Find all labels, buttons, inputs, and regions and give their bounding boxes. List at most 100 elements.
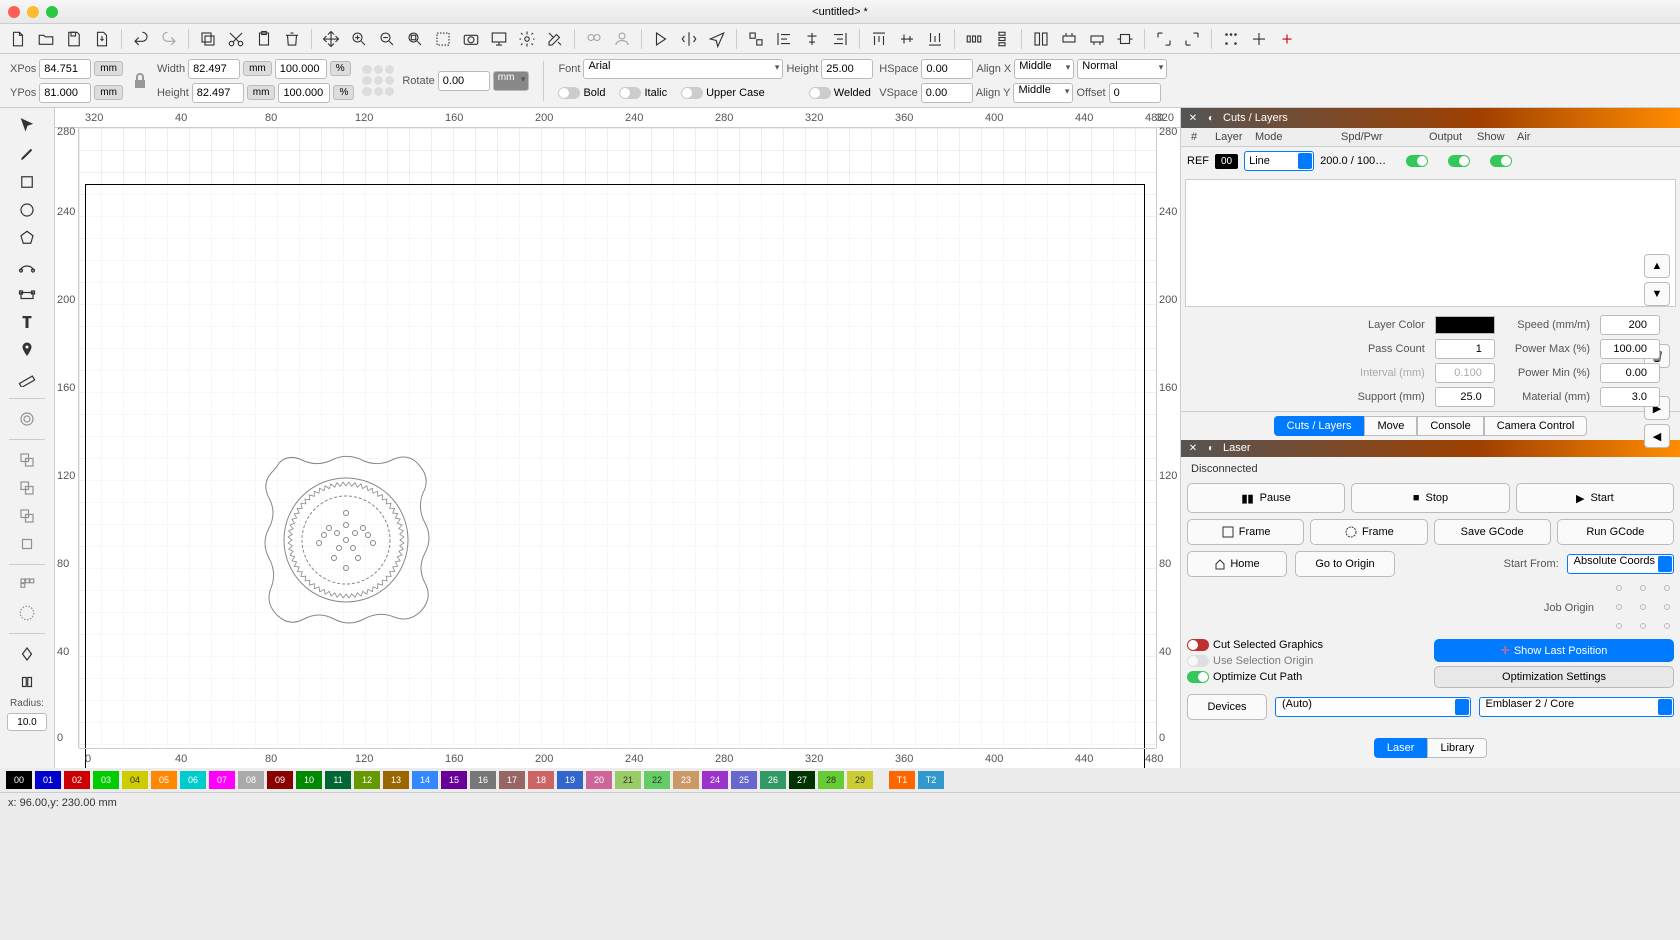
alignx-select[interactable]: Middle <box>1014 59 1074 79</box>
palette-25[interactable]: 25 <box>731 771 757 789</box>
align-center-h-icon[interactable] <box>800 27 824 51</box>
show-last-position-button[interactable]: ✛Show Last Position <box>1434 639 1674 662</box>
palette-09[interactable]: 09 <box>267 771 293 789</box>
marker-tool-icon[interactable] <box>14 338 40 362</box>
palette-05[interactable]: 05 <box>151 771 177 789</box>
panel-undock-icon[interactable]: ◐ <box>1205 112 1217 124</box>
device-select[interactable]: Emblaser 2 / Core <box>1479 697 1675 717</box>
palette-14[interactable]: 14 <box>412 771 438 789</box>
dot-grid-icon[interactable] <box>1219 27 1243 51</box>
palette-15[interactable]: 15 <box>441 771 467 789</box>
stop-button[interactable]: ■Stop <box>1351 483 1509 513</box>
cut-icon[interactable] <box>224 27 248 51</box>
monitor-icon[interactable] <box>487 27 511 51</box>
layer-down-icon[interactable]: ▼ <box>1644 282 1670 306</box>
close-window-icon[interactable] <box>8 6 20 18</box>
interval-input[interactable] <box>1435 363 1495 383</box>
arrange-4-icon[interactable] <box>1113 27 1137 51</box>
canvas-area[interactable]: 3204080120160200240280320360400440480320… <box>55 108 1180 768</box>
mm-unit-selected[interactable]: mm <box>493 71 530 91</box>
copy-icon[interactable] <box>196 27 220 51</box>
palette-20[interactable]: 20 <box>586 771 612 789</box>
height-pct-input[interactable] <box>278 83 330 103</box>
pen-tool-icon[interactable] <box>14 142 40 166</box>
use-selection-origin-toggle[interactable] <box>1187 655 1209 667</box>
italic-toggle[interactable] <box>619 87 641 99</box>
laser-panel-close-icon[interactable]: ✕ <box>1187 442 1199 454</box>
path-tool-icon[interactable] <box>14 254 40 278</box>
palette-02[interactable]: 02 <box>64 771 90 789</box>
tab-console[interactable]: Console <box>1417 416 1483 436</box>
xpos-input[interactable] <box>39 59 91 79</box>
uppercase-toggle[interactable] <box>681 87 703 99</box>
powermin-input[interactable] <box>1600 363 1660 383</box>
palette-t1[interactable]: T1 <box>889 771 915 789</box>
open-file-icon[interactable] <box>34 27 58 51</box>
boolean-union-icon[interactable] <box>14 448 40 472</box>
palette-12[interactable]: 12 <box>354 771 380 789</box>
height-input[interactable] <box>192 83 244 103</box>
radial-array-icon[interactable] <box>14 601 40 625</box>
boolean-xor-icon[interactable] <box>14 532 40 556</box>
vspace-input[interactable] <box>921 83 973 103</box>
palette-22[interactable]: 22 <box>644 771 670 789</box>
rectangle-tool-icon[interactable] <box>14 170 40 194</box>
import-icon[interactable] <box>90 27 114 51</box>
anchor-grid-icon[interactable] <box>360 63 396 99</box>
palette-24[interactable]: 24 <box>702 771 728 789</box>
palette-01[interactable]: 01 <box>35 771 61 789</box>
settings-icon[interactable] <box>515 27 539 51</box>
palette-21[interactable]: 21 <box>615 771 641 789</box>
node-edit-tool-icon[interactable] <box>14 282 40 306</box>
send-icon[interactable] <box>705 27 729 51</box>
palette-27[interactable]: 27 <box>789 771 815 789</box>
lock-aspect-icon[interactable] <box>129 63 151 99</box>
delete-icon[interactable] <box>280 27 304 51</box>
minimize-window-icon[interactable] <box>27 6 39 18</box>
palette-29[interactable]: 29 <box>847 771 873 789</box>
zoom-fit-icon[interactable] <box>403 27 427 51</box>
palette-00[interactable]: 00 <box>6 771 32 789</box>
new-file-icon[interactable] <box>6 27 30 51</box>
align-center-v-icon[interactable] <box>895 27 919 51</box>
width-pct-input[interactable] <box>275 59 327 79</box>
start-button[interactable]: ▶Start <box>1516 483 1674 513</box>
optimization-settings-button[interactable]: Optimization Settings <box>1434 666 1674 688</box>
palette-07[interactable]: 07 <box>209 771 235 789</box>
text-tool-icon[interactable] <box>14 310 40 334</box>
pause-button[interactable]: ▮▮Pause <box>1187 483 1345 513</box>
snap-1-icon[interactable] <box>1152 27 1176 51</box>
powermax-input[interactable] <box>1600 339 1660 359</box>
pan-icon[interactable] <box>319 27 343 51</box>
optimize-cut-path-toggle[interactable] <box>1187 671 1209 683</box>
distribute-h-icon[interactable] <box>962 27 986 51</box>
frame-circle-button[interactable]: Frame <box>1310 519 1427 545</box>
layer-row[interactable]: REF 00 Line 200.0 / 100… <box>1181 147 1680 175</box>
mode-select[interactable]: Line <box>1244 151 1314 171</box>
speed-input[interactable] <box>1600 315 1660 335</box>
undo-icon[interactable] <box>129 27 153 51</box>
font-select[interactable]: Arial <box>583 59 783 79</box>
zoom-in-icon[interactable] <box>347 27 371 51</box>
devices-button[interactable]: Devices <box>1187 694 1267 720</box>
ypos-input[interactable] <box>39 83 91 103</box>
preview-icon[interactable] <box>649 27 673 51</box>
auto-device-select[interactable]: (Auto) <box>1275 697 1471 717</box>
palette-06[interactable]: 06 <box>180 771 206 789</box>
align-top-icon[interactable] <box>867 27 891 51</box>
palette-17[interactable]: 17 <box>499 771 525 789</box>
palette-10[interactable]: 10 <box>296 771 322 789</box>
palette-16[interactable]: 16 <box>470 771 496 789</box>
frame-rect-button[interactable]: Frame <box>1187 519 1304 545</box>
ellipse-tool-icon[interactable] <box>14 198 40 222</box>
palette-18[interactable]: 18 <box>528 771 554 789</box>
output-toggle[interactable] <box>1406 155 1428 167</box>
polygon-tool-icon[interactable] <box>14 226 40 250</box>
palette-t2[interactable]: T2 <box>918 771 944 789</box>
startfrom-select[interactable]: Absolute Coords <box>1567 554 1674 574</box>
tab-laser[interactable]: Laser <box>1374 738 1428 758</box>
user-icon[interactable] <box>610 27 634 51</box>
align-left-icon[interactable] <box>772 27 796 51</box>
arrange-1-icon[interactable] <box>1029 27 1053 51</box>
zoom-out-icon[interactable] <box>375 27 399 51</box>
